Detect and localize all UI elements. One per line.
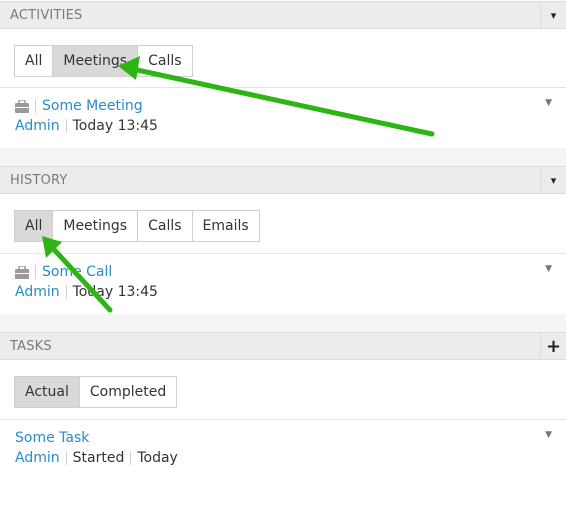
assignee-link[interactable]: Admin xyxy=(15,450,60,466)
activities-filter-tabs: All Meetings Calls xyxy=(14,45,193,77)
divider xyxy=(65,119,67,133)
tab-all[interactable]: All xyxy=(15,211,53,241)
record-menu-caret-icon[interactable]: ▼ xyxy=(545,264,552,274)
record-name-link[interactable]: Some Meeting xyxy=(42,98,143,114)
divider xyxy=(65,451,67,465)
record-name-link[interactable]: Some Task xyxy=(15,430,89,446)
activities-list: Some Meeting Admin Today 13:45 ▼ xyxy=(0,87,566,146)
divider xyxy=(65,285,67,299)
history-panel: HISTORY ▾ xyxy=(0,166,566,194)
tab-completed[interactable]: Completed xyxy=(78,377,176,407)
tasks-filter-tabs: Actual Completed xyxy=(14,376,178,408)
task-status: Started xyxy=(72,450,125,466)
history-header: HISTORY ▾ xyxy=(0,166,566,194)
list-item: Some Call Admin Today 13:45 ▼ xyxy=(0,254,566,312)
record-date: Today 13:45 xyxy=(72,118,158,134)
record-menu-caret-icon[interactable]: ▼ xyxy=(545,98,552,108)
caret-down-icon[interactable]: ▾ xyxy=(540,1,566,29)
section-gap xyxy=(0,148,566,166)
history-list: Some Call Admin Today 13:45 ▼ xyxy=(0,253,566,312)
activities-panel: ACTIVITIES ▾ xyxy=(0,0,566,29)
assignee-link[interactable]: Admin xyxy=(15,284,60,300)
briefcase-icon xyxy=(15,265,29,279)
tab-meetings[interactable]: Meetings xyxy=(52,46,138,76)
assignee-link[interactable]: Admin xyxy=(15,118,60,134)
tasks-panel: TASKS + xyxy=(0,332,566,360)
section-gap xyxy=(0,314,566,332)
record-date: Today xyxy=(137,450,178,466)
list-item: Some Meeting Admin Today 13:45 ▼ xyxy=(0,88,566,146)
list-item: Some Task Admin Started Today ▼ xyxy=(0,420,566,478)
record-date: Today 13:45 xyxy=(72,284,158,300)
tab-emails[interactable]: Emails xyxy=(191,211,259,241)
divider xyxy=(35,99,36,113)
divider xyxy=(35,265,36,279)
tab-calls[interactable]: Calls xyxy=(137,46,191,76)
record-menu-caret-icon[interactable]: ▼ xyxy=(545,430,552,440)
tab-calls[interactable]: Calls xyxy=(137,211,191,241)
caret-down-icon[interactable]: ▾ xyxy=(540,166,566,194)
activities-header: ACTIVITIES ▾ xyxy=(0,1,566,29)
record-name-link[interactable]: Some Call xyxy=(42,264,112,280)
history-filter-tabs: All Meetings Calls Emails xyxy=(14,210,260,242)
tab-meetings[interactable]: Meetings xyxy=(52,211,137,241)
tab-all[interactable]: All xyxy=(15,46,52,76)
tab-actual[interactable]: Actual xyxy=(15,377,79,407)
history-title: HISTORY xyxy=(10,173,68,188)
briefcase-icon xyxy=(15,99,29,113)
plus-icon[interactable]: + xyxy=(540,332,566,360)
divider xyxy=(130,451,132,465)
tasks-list: Some Task Admin Started Today ▼ xyxy=(0,419,566,478)
tasks-title: TASKS xyxy=(10,339,52,354)
activities-title: ACTIVITIES xyxy=(10,8,83,23)
tasks-header: TASKS + xyxy=(0,332,566,360)
